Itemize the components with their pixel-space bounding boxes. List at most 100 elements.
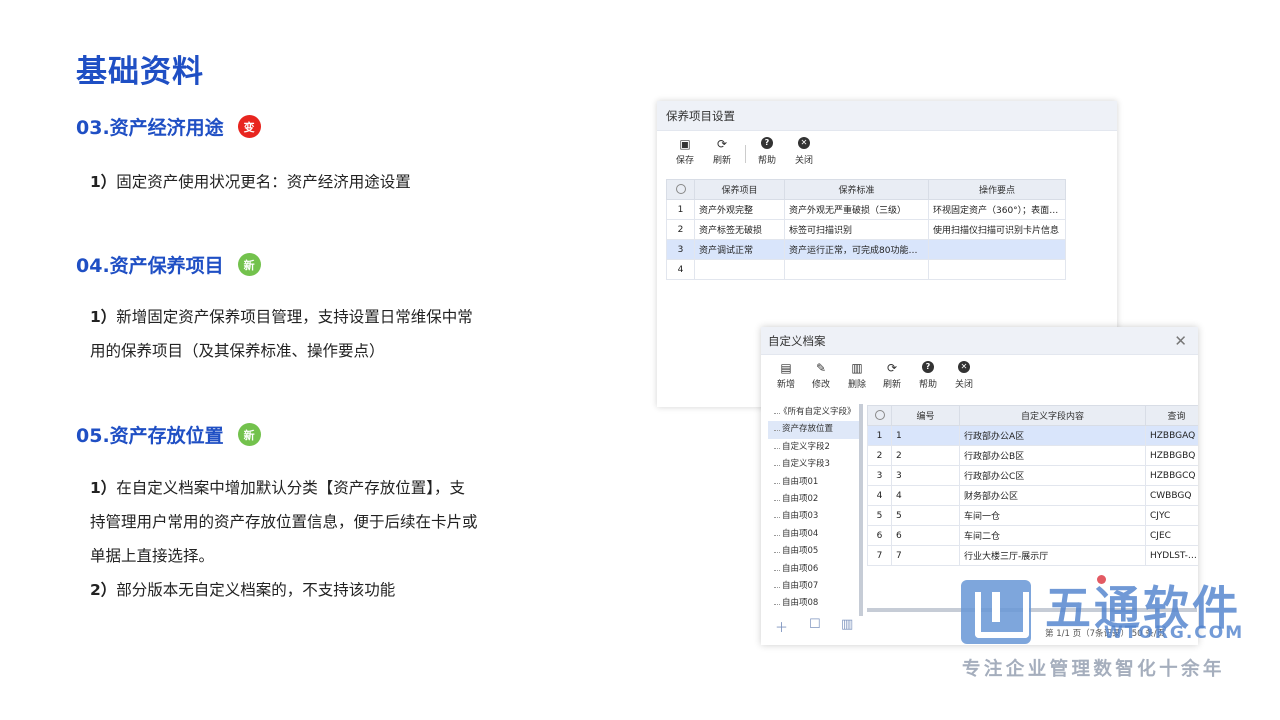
refresh-button[interactable]: ⟳ 刷新 xyxy=(707,137,737,166)
cell-code[interactable]: 5 xyxy=(891,505,960,526)
cell-content[interactable]: 行政部办公B区 xyxy=(959,445,1146,466)
tree-item[interactable]: 自由项03 xyxy=(768,508,859,525)
table-row[interactable]: 1 资产外观完整 资产外观无严重破损（三级） 环视固定资产（360°）；表面无.… xyxy=(666,199,1066,220)
tree-item[interactable]: 自定义字段2 xyxy=(768,439,859,456)
row-number: 2 xyxy=(666,219,695,240)
brand-logo-icon xyxy=(961,580,1031,644)
save-button[interactable]: ▣ 保存 xyxy=(670,137,700,166)
refresh-button[interactable]: ⟳ 刷新 xyxy=(877,361,907,390)
cell-query[interactable]: HZBBGCQ xyxy=(1145,465,1198,486)
table-row[interactable]: 5 5 车间一仓 CJYC xyxy=(867,505,1198,526)
tree-item[interactable]: 自由项02 xyxy=(768,491,859,508)
button-label: 删除 xyxy=(847,380,866,390)
cell-content[interactable]: 车间二仓 xyxy=(959,525,1146,546)
cell-standard[interactable] xyxy=(784,259,929,280)
table-row[interactable]: 4 4 财务部办公区 CWBBGQ xyxy=(867,485,1198,506)
button-label: 关闭 xyxy=(794,156,813,166)
cell-item[interactable] xyxy=(694,259,785,280)
tree-actions: ＋ ☐ ▥ xyxy=(771,617,866,637)
brand-slogan: 专注企业管理数智化十余年 xyxy=(962,659,1225,680)
tree-item[interactable]: 自由项07 xyxy=(768,578,859,595)
table-row-selected[interactable]: 3 资产调试正常 资产运行正常，可完成80功能操作 xyxy=(666,239,1066,260)
cell-query[interactable]: CJEC xyxy=(1145,525,1198,546)
column-header: 自定义字段内容 xyxy=(959,405,1146,426)
settings-header[interactable] xyxy=(666,179,695,200)
section-03-paragraph: 1）固定资产使用状况更名：资产经济用途设置 xyxy=(90,165,411,199)
close-button[interactable]: ✕ 关闭 xyxy=(789,137,819,166)
section-04-paragraph: 1）新增固定资产保养项目管理，支持设置日常维保中常 用的保养项目（及其保养标准、… xyxy=(90,300,473,368)
cell-code[interactable]: 4 xyxy=(891,485,960,506)
help-button[interactable]: ? 帮助 xyxy=(752,137,782,166)
table-row[interactable]: 4 xyxy=(666,259,1066,280)
table-row[interactable]: 2 2 行政部办公B区 HZBBGBQ xyxy=(867,445,1198,466)
para-number: 2） xyxy=(90,581,117,599)
section-title: 04.资产保养项目 xyxy=(76,255,224,277)
cell-code[interactable]: 3 xyxy=(891,465,960,486)
cell-content[interactable]: 行政部办公C区 xyxy=(959,465,1146,486)
cell-standard[interactable]: 标签可扫描识别 xyxy=(784,219,929,240)
new-badge: 新 xyxy=(237,423,261,446)
cell-item[interactable]: 资产标签无破损 xyxy=(694,219,785,240)
column-header: 保养标准 xyxy=(784,179,929,200)
cell-code[interactable]: 7 xyxy=(891,545,960,566)
cell-standard[interactable]: 资产外观无严重破损（三级） xyxy=(784,199,929,220)
section-title: 03.资产经济用途 xyxy=(76,117,224,139)
custom-archive-table: 编号 自定义字段内容 查询 1 1 行政部办公A区 HZBBGAQ 2 2 行政… xyxy=(867,405,1198,566)
tree-item[interactable]: 自由项04 xyxy=(768,526,859,543)
tree-item-selected[interactable]: 资产存放位置 xyxy=(768,421,859,439)
cell-query[interactable]: HZBBGBQ xyxy=(1145,445,1198,466)
cell-query[interactable]: HYDLST-ZST xyxy=(1145,545,1198,566)
window-title: 保养项目设置 xyxy=(657,101,1117,131)
tree-item[interactable]: 自由项05 xyxy=(768,543,859,560)
cell-point[interactable]: 使用扫描仪扫描可识别卡片信息 xyxy=(928,219,1066,240)
delete-category-icon[interactable]: ▥ xyxy=(841,617,853,632)
save-icon: ▣ xyxy=(679,137,691,151)
delete-button[interactable]: ▥ 删除 xyxy=(842,361,872,390)
help-icon: ? xyxy=(761,137,773,149)
tree-item[interactable]: 自由项01 xyxy=(768,474,859,491)
brand-url: WTORG.COM xyxy=(1104,623,1245,643)
button-label: 帮助 xyxy=(757,156,776,166)
gear-icon xyxy=(675,184,686,195)
cell-item[interactable]: 资产调试正常 xyxy=(694,239,785,260)
tree-item[interactable]: 《所有自定义字段》 xyxy=(768,404,859,421)
row-number: 3 xyxy=(867,465,892,486)
cell-content[interactable]: 财务部办公区 xyxy=(959,485,1146,506)
cell-content[interactable]: 车间一仓 xyxy=(959,505,1146,526)
table-row[interactable]: 6 6 车间二仓 CJEC xyxy=(867,525,1198,546)
cell-query[interactable]: CJYC xyxy=(1145,505,1198,526)
add-button[interactable]: ▤ 新增 xyxy=(771,361,801,390)
cell-standard[interactable]: 资产运行正常，可完成80功能操作 xyxy=(784,239,929,260)
cell-content[interactable]: 行政部办公A区 xyxy=(959,425,1146,446)
help-button[interactable]: ? 帮助 xyxy=(913,361,943,390)
tree-item[interactable]: 自由项08 xyxy=(768,595,859,612)
para-text-cont: 用的保养项目（及其保养标准、操作要点） xyxy=(90,342,385,360)
toolbar: ▣ 保存 ⟳ 刷新 ? 帮助 ✕ 关闭 xyxy=(657,131,1117,179)
tree-item[interactable]: 自由项06 xyxy=(768,561,859,578)
settings-header[interactable] xyxy=(867,405,892,426)
table-row[interactable]: 2 资产标签无破损 标签可扫描识别 使用扫描仪扫描可识别卡片信息 xyxy=(666,219,1066,240)
tree-item[interactable]: 自定义字段3 xyxy=(768,456,859,473)
cell-code[interactable]: 1 xyxy=(891,425,960,446)
cell-point[interactable] xyxy=(928,259,1066,280)
button-label: 修改 xyxy=(811,380,830,390)
cell-code[interactable]: 2 xyxy=(891,445,960,466)
edit-category-icon[interactable]: ☐ xyxy=(809,617,821,632)
table-row[interactable]: 7 7 行业大楼三厅-展示厅 HYDLST-ZST xyxy=(867,545,1198,566)
close-button[interactable]: ✕ 关闭 xyxy=(949,361,979,390)
add-category-icon[interactable]: ＋ xyxy=(775,617,788,636)
cell-point[interactable] xyxy=(928,239,1066,260)
cell-item[interactable]: 资产外观完整 xyxy=(694,199,785,220)
cell-code[interactable]: 6 xyxy=(891,525,960,546)
button-label: 刷新 xyxy=(882,380,901,390)
table-row-selected[interactable]: 1 1 行政部办公A区 HZBBGAQ xyxy=(867,425,1198,446)
table-row[interactable]: 3 3 行政部办公C区 HZBBGCQ xyxy=(867,465,1198,486)
row-number: 1 xyxy=(666,199,695,220)
edit-button[interactable]: ✎ 修改 xyxy=(806,361,836,390)
cell-point[interactable]: 环视固定资产（360°）；表面无... xyxy=(928,199,1066,220)
cell-query[interactable]: CWBBGQ xyxy=(1145,485,1198,506)
para-number: 1） xyxy=(90,479,117,497)
cell-query[interactable]: HZBBGAQ xyxy=(1145,425,1198,446)
close-icon[interactable]: ✕ xyxy=(1174,332,1187,350)
cell-content[interactable]: 行业大楼三厅-展示厅 xyxy=(959,545,1146,566)
